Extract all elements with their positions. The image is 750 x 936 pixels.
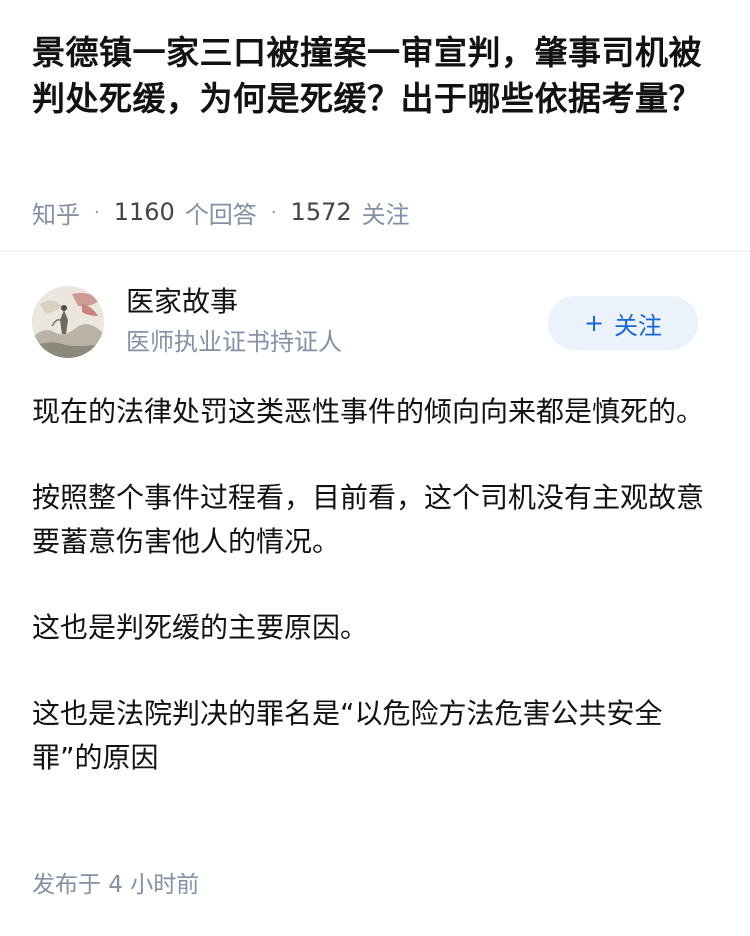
- question-meta: 知乎 · 1160 个回答 · 1572 关注: [32, 196, 410, 229]
- section-divider: [0, 250, 750, 252]
- author-badge: 医师执业证书持证人: [126, 328, 342, 356]
- question-title[interactable]: 景德镇一家三口被撞案一审宣判，肇事司机被判处死缓，为何是死缓？出于哪些依据考量？: [32, 30, 718, 122]
- answer-paragraph: 现在的法律处罚这类恶性事件的倾向向来都是慎死的。: [32, 395, 705, 428]
- answer-page: 景德镇一家三口被撞案一审宣判，肇事司机被判处死缓，为何是死缓？出于哪些依据考量？…: [0, 0, 750, 936]
- followers-count: 1572: [290, 198, 352, 226]
- meta-separator: ·: [270, 201, 277, 223]
- answer-paragraph: 这也是法院判决的罪名是“以危险方法危害公共安全罪”的原因: [32, 697, 663, 774]
- meta-separator: ·: [94, 201, 100, 223]
- source-label: 知乎: [32, 200, 80, 229]
- follow-button-label: 关注: [614, 311, 663, 340]
- answer-paragraph: 按照整个事件过程看，目前看，这个司机没有主观故意要蓄意伤害他人的情况。: [32, 481, 705, 558]
- author-name[interactable]: 医家故事: [126, 284, 238, 320]
- answers-count: 1160: [113, 198, 175, 226]
- avatar[interactable]: [32, 286, 104, 358]
- plus-icon: +: [583, 309, 605, 337]
- follow-button[interactable]: + 关注: [548, 296, 698, 350]
- author-card: 医家故事 医师执业证书持证人 + 关注: [32, 284, 718, 360]
- post-time: 发布于 4 小时前: [32, 872, 200, 898]
- followers-label: 关注: [361, 200, 410, 229]
- answer-paragraph: 这也是判死缓的主要原因。: [32, 611, 369, 644]
- answer-content: 现在的法律处罚这类恶性事件的倾向向来都是慎死的。 按照整个事件过程看，目前看，这…: [32, 390, 718, 822]
- answers-label: 个回答: [184, 200, 257, 229]
- avatar-painting-icon: [32, 286, 104, 358]
